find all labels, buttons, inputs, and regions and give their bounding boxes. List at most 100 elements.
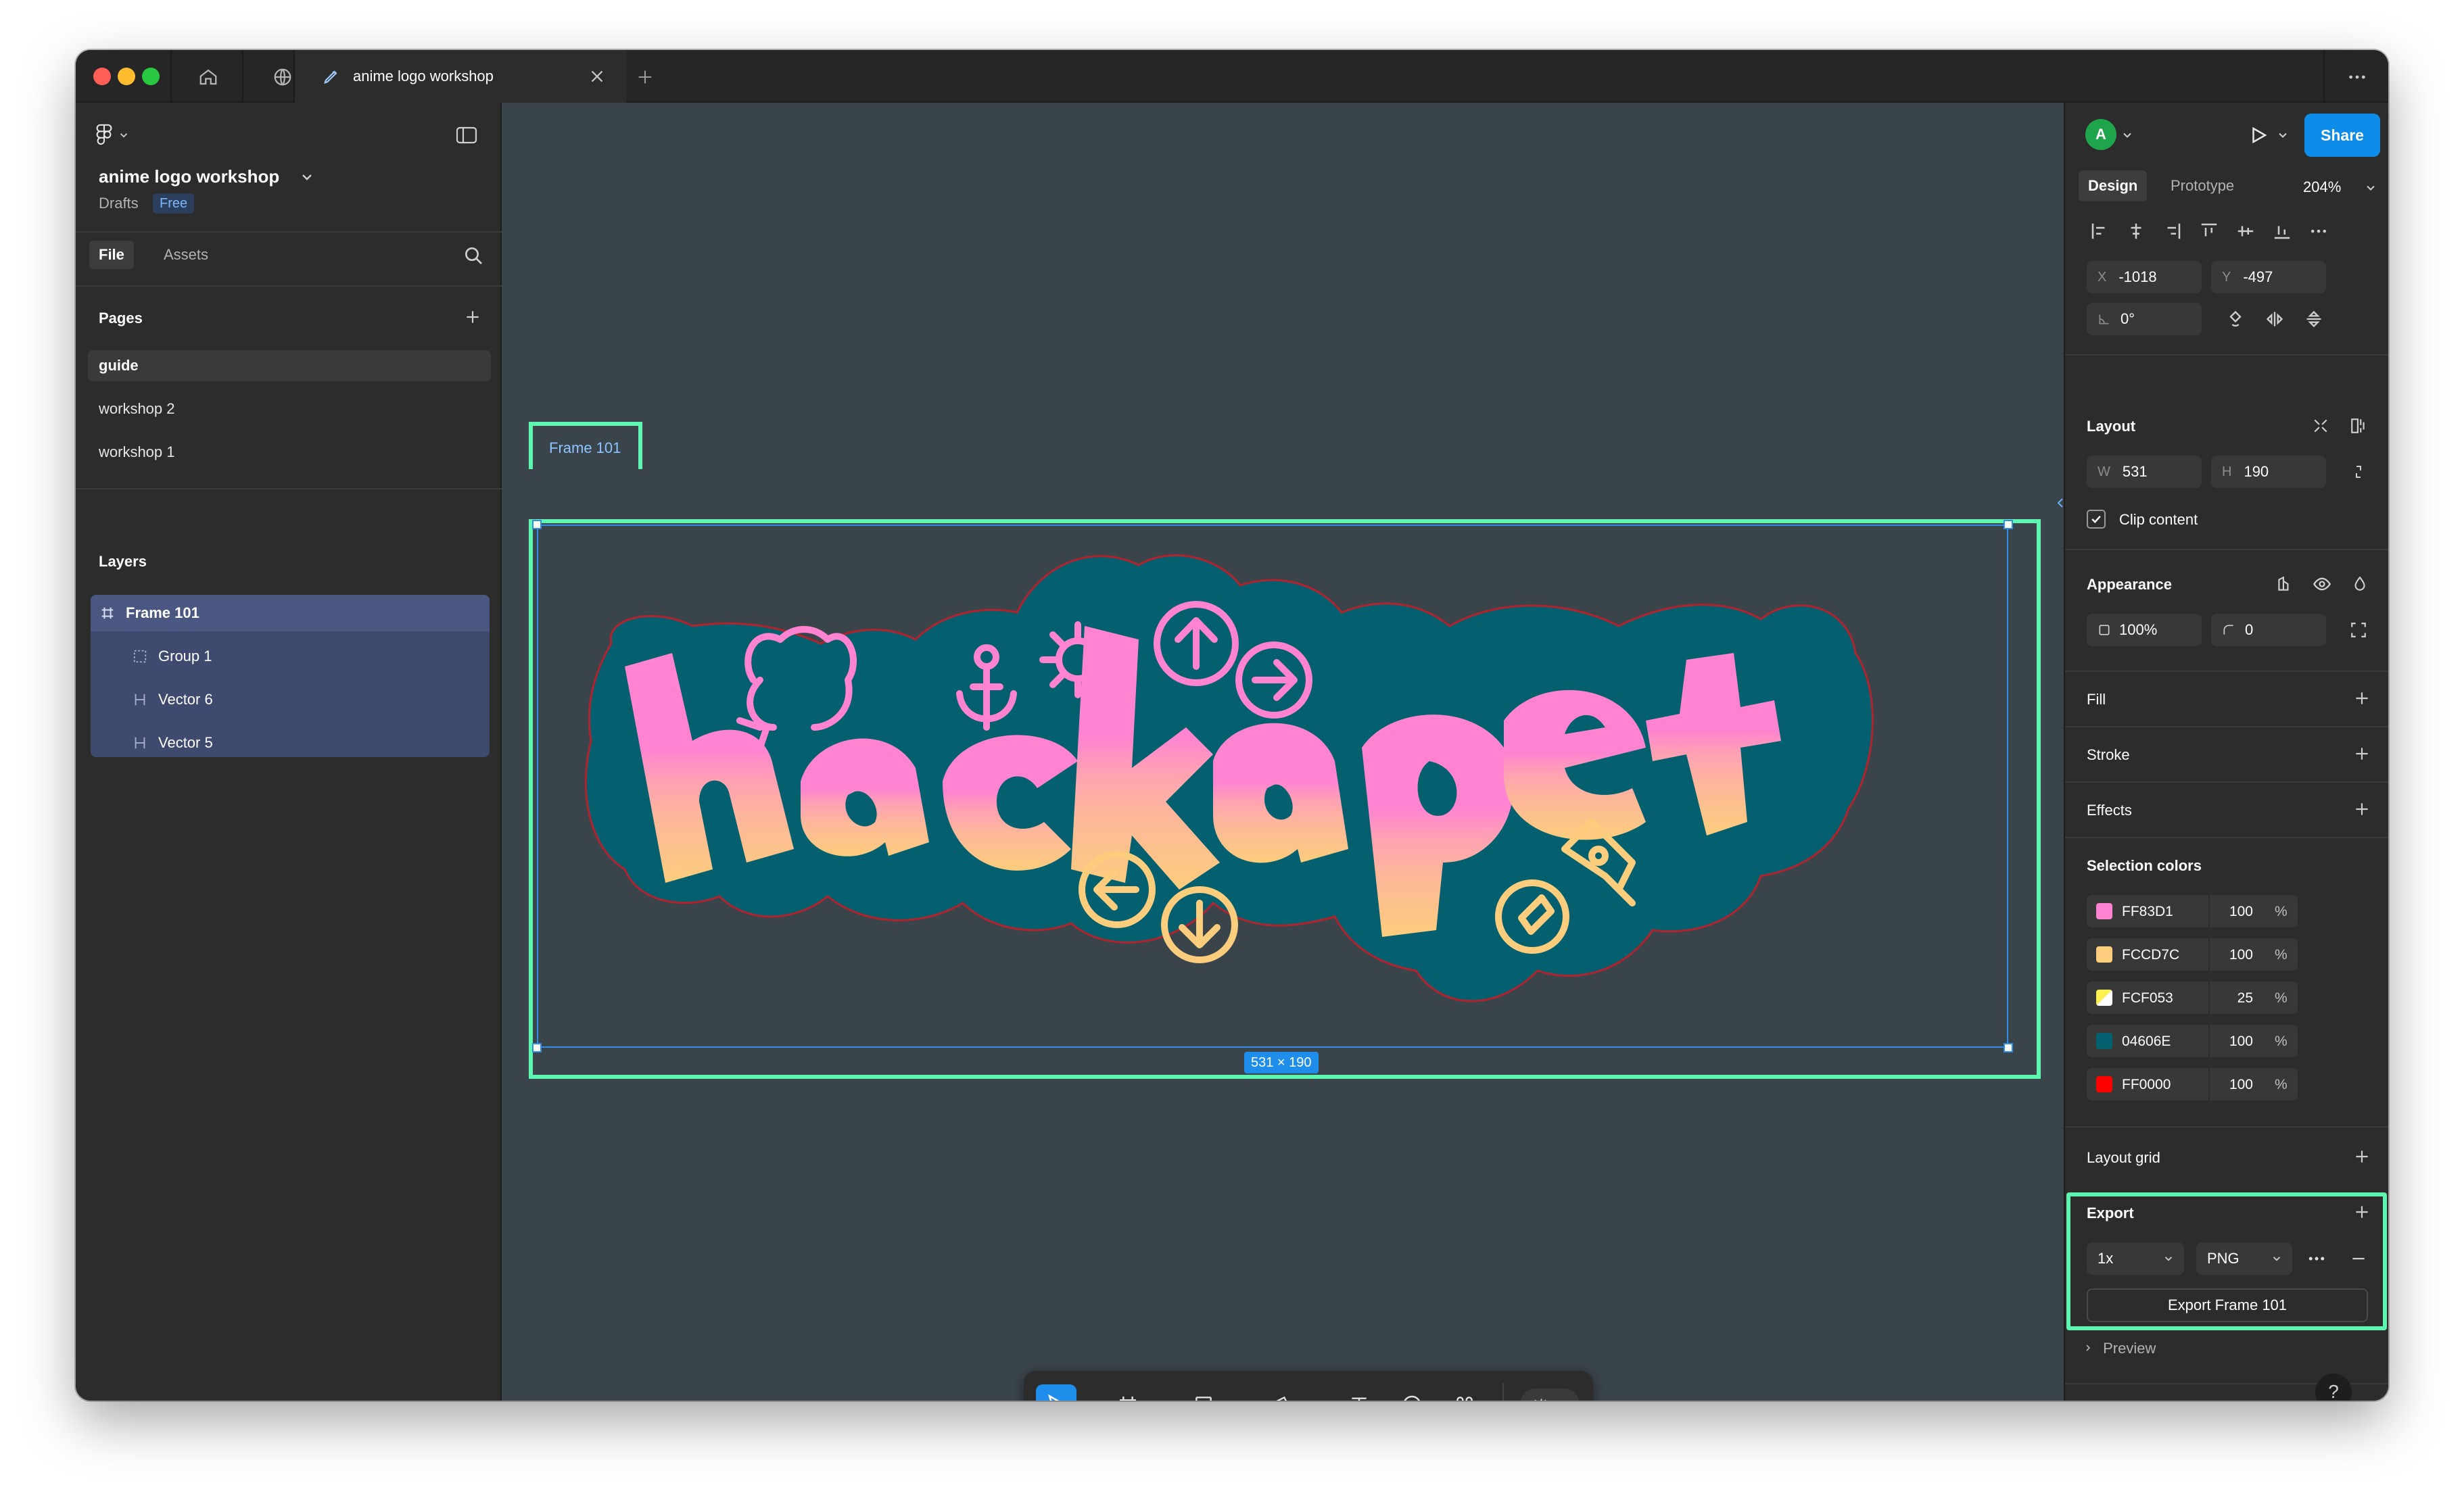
layer-frame-101[interactable]: Frame 101 bbox=[100, 595, 199, 631]
color-swatch[interactable] bbox=[2096, 1076, 2112, 1092]
export-scale-select[interactable]: 1x bbox=[2087, 1242, 2184, 1275]
align-center-vertical-icon[interactable] bbox=[2235, 221, 2256, 241]
selection-color-row[interactable]: 04606E 100 % bbox=[2087, 1025, 2298, 1057]
layer-vector-6[interactable]: Vector 6 bbox=[133, 681, 213, 718]
chevron-down-icon[interactable] bbox=[2276, 128, 2290, 142]
help-button[interactable]: ? bbox=[2315, 1374, 2352, 1401]
chevron-down-icon[interactable] bbox=[1305, 1398, 1319, 1401]
add-layout-grid-button[interactable] bbox=[2350, 1145, 2373, 1168]
chevron-down-icon[interactable] bbox=[2364, 181, 2377, 195]
maximize-window-button[interactable] bbox=[142, 68, 160, 85]
add-page-button[interactable] bbox=[461, 306, 484, 329]
opacity-field[interactable]: 100% bbox=[2087, 614, 2202, 646]
search-icon[interactable] bbox=[463, 245, 484, 266]
actions-tool-button[interactable] bbox=[1444, 1384, 1485, 1401]
rotation-field[interactable]: 0° bbox=[2087, 303, 2202, 335]
layer-group-1[interactable]: Group 1 bbox=[133, 638, 212, 675]
more-icon[interactable] bbox=[2308, 221, 2329, 241]
independent-corners-button[interactable] bbox=[2346, 618, 2371, 642]
align-right-icon[interactable] bbox=[2162, 221, 2183, 241]
align-bottom-icon[interactable] bbox=[2272, 221, 2292, 241]
project-location[interactable]: Drafts bbox=[99, 195, 139, 212]
color-swatch[interactable] bbox=[2096, 903, 2112, 919]
add-effect-button[interactable] bbox=[2350, 798, 2373, 821]
comment-tool-button[interactable] bbox=[1392, 1384, 1432, 1401]
close-icon[interactable] bbox=[587, 66, 607, 87]
chevron-down-icon[interactable] bbox=[1152, 1398, 1166, 1401]
tab-file[interactable]: File bbox=[89, 241, 134, 269]
move-tool-button[interactable] bbox=[1036, 1384, 1076, 1401]
chevron-down-icon[interactable] bbox=[1228, 1398, 1241, 1401]
chevron-down-icon[interactable] bbox=[2121, 128, 2134, 142]
minimize-window-button[interactable] bbox=[118, 68, 135, 85]
corner-radius-field[interactable]: 0 bbox=[2211, 614, 2326, 646]
flip-horizontal-button[interactable] bbox=[2262, 307, 2287, 331]
toggle-sidebar-button[interactable] bbox=[449, 120, 484, 150]
page-item-guide[interactable]: guide bbox=[88, 350, 491, 381]
tab-file[interactable]: anime logo workshop bbox=[295, 50, 626, 103]
preview-toggle[interactable]: Preview bbox=[2083, 1340, 2156, 1357]
align-top-icon[interactable] bbox=[2199, 221, 2219, 241]
code-icon[interactable] bbox=[2056, 495, 2064, 511]
present-button[interactable] bbox=[2245, 122, 2272, 149]
rotate-button[interactable] bbox=[2223, 307, 2248, 331]
remove-export-button[interactable] bbox=[2346, 1246, 2371, 1271]
dev-mode-toggle[interactable] bbox=[1520, 1388, 1580, 1401]
frame-label[interactable]: Frame 101 bbox=[549, 439, 621, 457]
canvas[interactable]: Frame 101 531 × 190 bbox=[502, 103, 2064, 1401]
width-field[interactable]: W 531 bbox=[2087, 456, 2202, 488]
selection-color-row[interactable]: FCCD7C 100 % bbox=[2087, 938, 2298, 971]
main-menu-button[interactable] bbox=[96, 120, 143, 150]
home-button[interactable] bbox=[191, 59, 226, 95]
resize-handle[interactable] bbox=[2004, 1043, 2013, 1052]
export-frame-button[interactable]: Export Frame 101 bbox=[2087, 1288, 2368, 1322]
export-settings-button[interactable] bbox=[2304, 1246, 2329, 1271]
pen-tool-button[interactable] bbox=[1260, 1384, 1301, 1401]
selection-color-row[interactable]: FCF053 25 % bbox=[2087, 982, 2298, 1014]
visibility-button[interactable] bbox=[2310, 572, 2334, 596]
close-window-button[interactable] bbox=[93, 68, 111, 85]
add-fill-button[interactable] bbox=[2350, 687, 2373, 710]
clip-content-checkbox[interactable] bbox=[2087, 510, 2106, 529]
tab-assets[interactable]: Assets bbox=[154, 241, 218, 269]
x-position-field[interactable]: X -1018 bbox=[2087, 261, 2202, 293]
add-export-button[interactable] bbox=[2350, 1201, 2373, 1224]
shape-tool-button[interactable] bbox=[1183, 1384, 1224, 1401]
flip-vertical-button[interactable] bbox=[2302, 307, 2326, 331]
export-format-select[interactable]: PNG bbox=[2196, 1242, 2292, 1275]
align-left-icon[interactable] bbox=[2089, 221, 2110, 241]
layout-settings-button[interactable] bbox=[2346, 414, 2371, 438]
color-swatch[interactable] bbox=[2096, 1033, 2112, 1049]
share-button[interactable]: Share bbox=[2304, 114, 2380, 157]
align-center-horizontal-icon[interactable] bbox=[2126, 221, 2146, 241]
selection-color-row[interactable]: FF83D1 100 % bbox=[2087, 895, 2298, 927]
frame-bounds[interactable] bbox=[537, 525, 2008, 1048]
auto-layout-button[interactable] bbox=[2308, 414, 2333, 438]
resize-handle[interactable] bbox=[2004, 520, 2013, 529]
add-stroke-button[interactable] bbox=[2350, 742, 2373, 765]
file-name[interactable]: anime logo workshop bbox=[99, 166, 279, 187]
constrain-proportions-button[interactable] bbox=[2346, 460, 2371, 484]
page-item-workshop-1[interactable]: workshop 1 bbox=[88, 437, 491, 468]
layer-vector-5[interactable]: Vector 5 bbox=[133, 725, 213, 761]
more-options-button[interactable] bbox=[2340, 59, 2375, 95]
selection-color-row[interactable]: FF0000 100 % bbox=[2087, 1068, 2298, 1100]
tab-design[interactable]: Design bbox=[2079, 170, 2148, 201]
resize-handle[interactable] bbox=[532, 520, 542, 529]
y-position-field[interactable]: Y -497 bbox=[2211, 261, 2326, 293]
color-swatch[interactable] bbox=[2096, 946, 2112, 963]
text-tool-button[interactable] bbox=[1339, 1384, 1379, 1401]
variable-mode-button[interactable] bbox=[2272, 572, 2296, 596]
avatar[interactable]: A bbox=[2085, 119, 2116, 150]
zoom-level[interactable]: 204% bbox=[2303, 178, 2341, 196]
tab-prototype[interactable]: Prototype bbox=[2161, 170, 2244, 201]
new-tab-button[interactable] bbox=[627, 59, 663, 95]
height-field[interactable]: H 190 bbox=[2211, 456, 2326, 488]
chevron-down-icon[interactable] bbox=[1081, 1398, 1094, 1401]
page-item-workshop-2[interactable]: workshop 2 bbox=[88, 393, 491, 425]
frame-tool-button[interactable] bbox=[1108, 1384, 1148, 1401]
resize-handle[interactable] bbox=[532, 1043, 542, 1052]
chevron-down-icon[interactable] bbox=[299, 169, 315, 185]
blend-mode-button[interactable] bbox=[2348, 572, 2372, 596]
color-swatch[interactable] bbox=[2096, 990, 2112, 1006]
